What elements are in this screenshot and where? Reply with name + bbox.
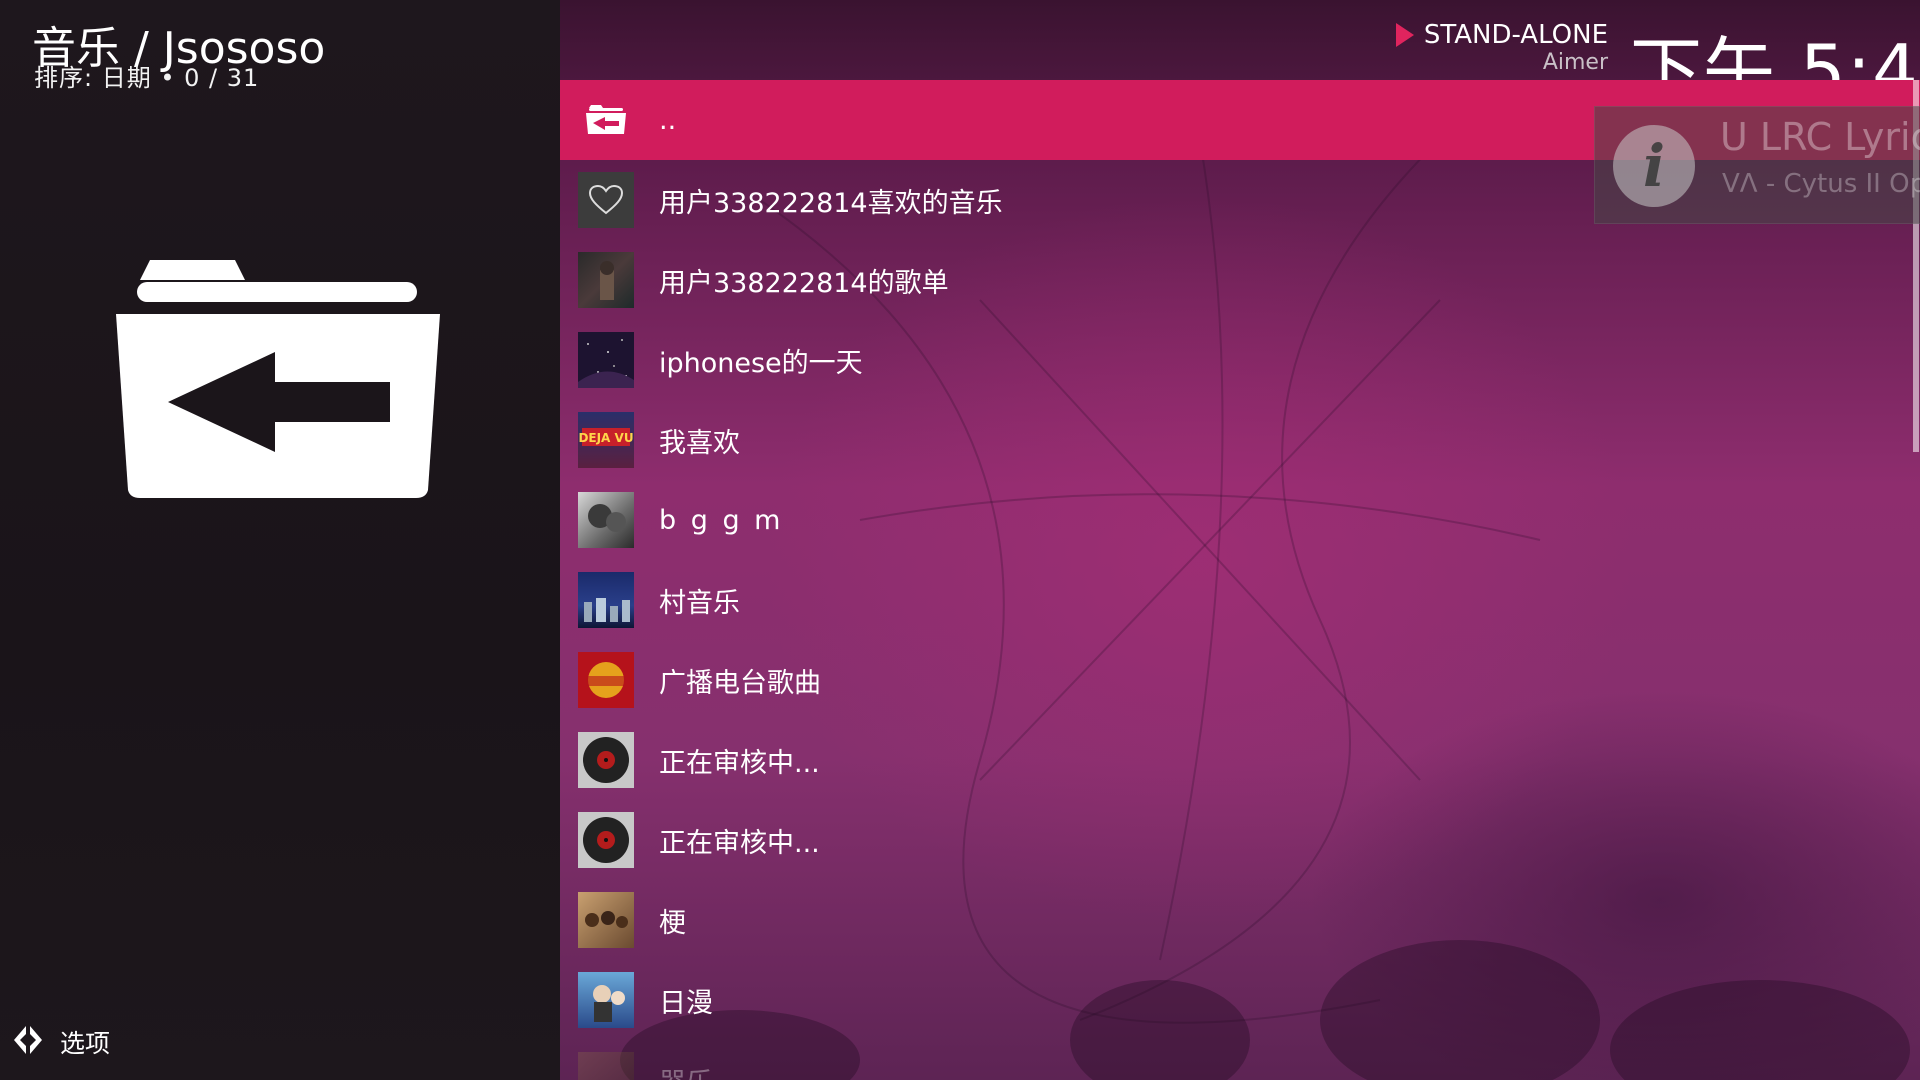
list-item[interactable]: 正在审核中... [560, 720, 1920, 800]
notification-message: VΛ - Cytus II Op [1722, 169, 1920, 199]
options-label: 选项 [60, 1029, 111, 1058]
vinyl-record-icon [578, 812, 634, 868]
list-item-label: b g g m [659, 504, 784, 536]
list-item-label: 用户338222814喜欢的音乐 [659, 187, 1003, 219]
play-icon [1395, 23, 1414, 47]
playlist-list: .. 用户338222814喜欢的音乐 用户338222814的歌单 iphon… [560, 80, 1920, 1080]
list-item[interactable]: 器乐 [560, 1040, 1920, 1080]
list-item-label: 正在审核中... [659, 827, 820, 859]
album-cover [578, 332, 634, 388]
album-cover [578, 572, 634, 628]
album-cover [578, 492, 634, 548]
list-item-label: 日漫 [659, 987, 713, 1019]
vinyl-record-icon [578, 732, 634, 788]
album-cover [578, 972, 634, 1028]
app-root: 音乐 / Jsososo 排序: 日期 • 0 / 31 选项 STAND-AL… [0, 0, 1920, 1080]
list-item[interactable]: 正在审核中... [560, 800, 1920, 880]
album-cover [578, 892, 634, 948]
list-item[interactable]: 梗 [560, 880, 1920, 960]
list-item-label: .. [659, 104, 677, 136]
svg-text:DEJA VU: DEJA VU [578, 431, 633, 445]
sort-info: 排序: 日期 • 0 / 31 [34, 64, 260, 92]
list-item[interactable]: 广播电台歌曲 [560, 640, 1920, 720]
album-cover: DEJA VU [578, 412, 634, 468]
folder-back-icon [578, 92, 634, 148]
list-item[interactable]: 日漫 [560, 960, 1920, 1040]
heart-icon [578, 172, 634, 228]
notification-title: U LRC Lyrics [1720, 115, 1920, 159]
list-item[interactable]: 村音乐 [560, 560, 1920, 640]
album-cover [578, 652, 634, 708]
folder-back-icon [110, 250, 440, 504]
list-item-label: 正在审核中... [659, 747, 820, 779]
options-button[interactable]: 选项 [12, 1024, 110, 1060]
list-item[interactable]: b g g m [560, 480, 1920, 560]
list-item[interactable]: 用户338222814的歌单 [560, 240, 1920, 320]
list-item-label: 用户338222814的歌单 [659, 267, 949, 299]
left-panel: 音乐 / Jsososo 排序: 日期 • 0 / 31 选项 [0, 0, 560, 1080]
options-icon [12, 1024, 44, 1060]
list-item-label: iphonese的一天 [659, 347, 863, 379]
list-item[interactable]: iphonese的一天 [560, 320, 1920, 400]
info-notification: i U LRC Lyrics VΛ - Cytus II Op [1594, 106, 1920, 224]
info-icon: i [1613, 125, 1695, 207]
now-playing[interactable]: STAND-ALONE Aimer [1395, 20, 1608, 75]
album-cover [578, 252, 634, 308]
now-playing-artist: Aimer [1542, 50, 1608, 75]
list-item-label: 村音乐 [659, 587, 740, 619]
list-item-label: 器乐 [659, 1061, 713, 1080]
list-item-label: 梗 [659, 907, 686, 939]
list-item-label: 我喜欢 [659, 427, 740, 459]
list-item[interactable]: DEJA VU 我喜欢 [560, 400, 1920, 480]
now-playing-title: STAND-ALONE [1423, 20, 1608, 50]
list-item-label: 广播电台歌曲 [659, 667, 821, 699]
album-cover [578, 1052, 634, 1080]
